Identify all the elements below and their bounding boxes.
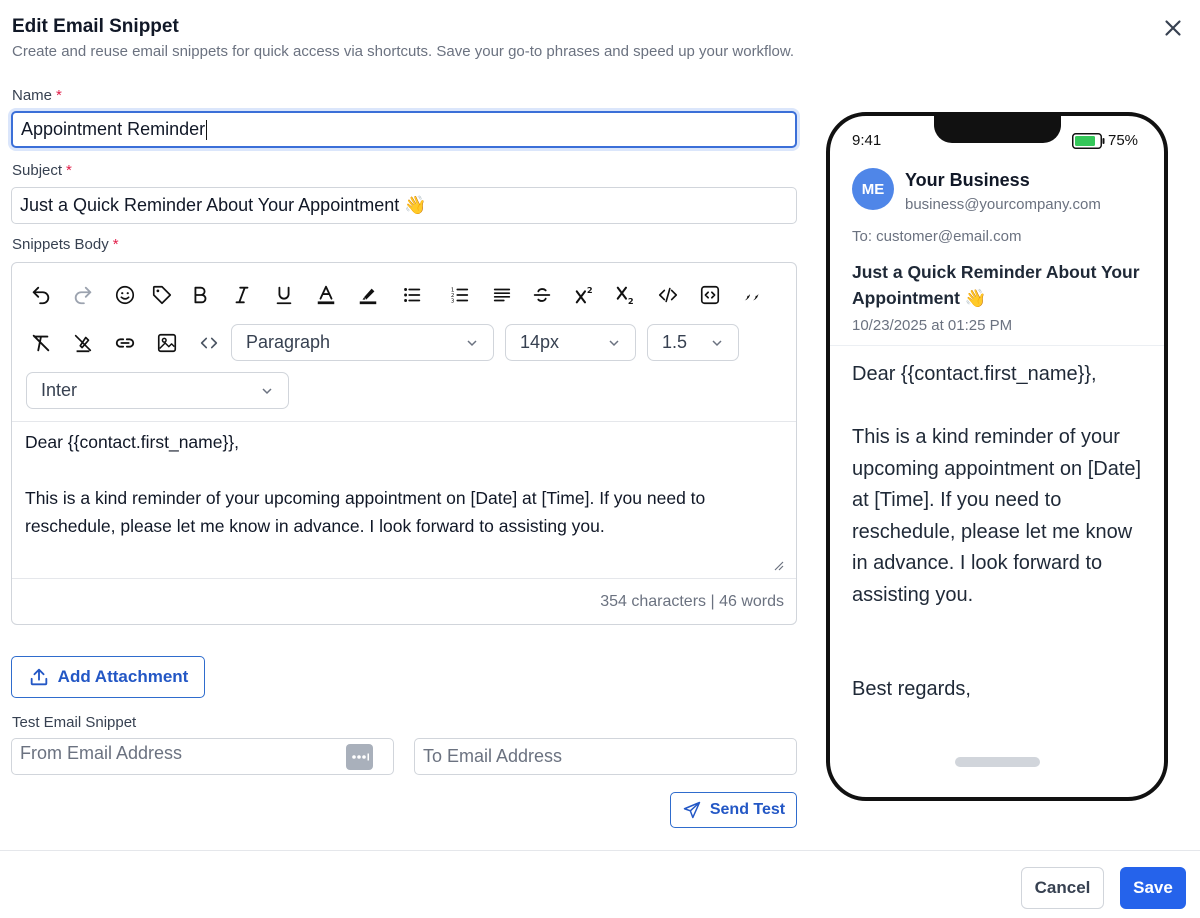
send-icon [683, 801, 701, 819]
preview-date: 10/23/2025 at 01:25 PM [852, 317, 1013, 334]
source-code-icon[interactable] [194, 328, 224, 358]
tag-icon[interactable] [147, 280, 177, 310]
strikethrough-icon[interactable] [527, 280, 557, 310]
quote-icon[interactable] [737, 280, 767, 310]
toolbar-divider [12, 421, 796, 422]
line-height-value: 1.5 [662, 332, 688, 352]
password-manager-icon[interactable] [346, 743, 373, 770]
underline-icon[interactable] [269, 280, 299, 310]
font-size-value: 14px [520, 332, 560, 352]
home-indicator [955, 757, 1040, 767]
close-icon[interactable] [1160, 15, 1186, 41]
preview-signoff: Best regards, [852, 678, 971, 700]
subject-input[interactable]: Just a Quick Reminder About Your Appoint… [11, 187, 797, 224]
code-icon[interactable] [653, 280, 683, 310]
align-icon[interactable] [487, 280, 517, 310]
phone-notch [934, 116, 1061, 143]
svg-text:3: 3 [451, 298, 455, 304]
battery-icon [1072, 132, 1105, 149]
preview-divider [830, 345, 1164, 346]
to-email-placeholder: To Email Address [423, 746, 563, 766]
body-paragraph: This is a kind reminder of your upcoming… [25, 488, 706, 536]
undo-icon[interactable] [26, 280, 56, 310]
cancel-button[interactable]: Cancel [1021, 867, 1104, 909]
rich-text-editor: 123 2 2 Paragraph 14px 1.5 Inter Dear {{… [11, 262, 797, 625]
preview-body: Dear {{contact.first_name}}, This is a k… [852, 359, 1152, 706]
body-label: Snippets Body * [12, 236, 119, 253]
font-size-select[interactable]: 14px [505, 324, 636, 361]
chevron-down-icon [609, 339, 619, 346]
redo-icon[interactable] [68, 280, 98, 310]
emoji-icon[interactable] [110, 280, 140, 310]
preview-paragraph: This is a kind reminder of your upcoming… [852, 426, 1142, 606]
character-word-counter: 354 characters | 46 words [600, 593, 784, 610]
preview-subject: Just a Quick Reminder About Your Appoint… [852, 262, 1140, 308]
name-input[interactable]: Appointment Reminder [11, 111, 797, 148]
add-attachment-label: Add Attachment [57, 667, 189, 686]
sender-name: Your Business [905, 170, 1030, 190]
counter-divider [12, 578, 796, 579]
recipient-line: To: customer@email.com [852, 228, 1022, 245]
subscript-icon[interactable]: 2 [611, 280, 641, 310]
preview-greeting: Dear {{contact.first_name}}, [852, 363, 1097, 385]
clear-highlight-icon[interactable] [68, 328, 98, 358]
chevron-down-icon [712, 339, 722, 346]
resize-handle-icon[interactable] [772, 559, 784, 571]
dialog-subtitle: Create and reuse email snippets for quic… [12, 43, 795, 60]
name-label: Name * [12, 87, 62, 104]
bold-icon[interactable] [185, 280, 215, 310]
send-test-button[interactable]: Send Test [670, 792, 797, 828]
upload-icon [30, 668, 47, 686]
editor-content[interactable]: Dear {{contact.first_name}}, This is a k… [25, 428, 785, 540]
font-family-select[interactable]: Inter [26, 372, 289, 409]
email-preview-phone: 9:41 75% ME Your Business business@yourc… [826, 112, 1168, 801]
line-height-select[interactable]: 1.5 [647, 324, 739, 361]
svg-text:2: 2 [628, 296, 634, 306]
block-format-value: Paragraph [246, 332, 331, 352]
sender-email: business@yourcompany.com [905, 196, 1101, 213]
chevron-down-icon [467, 339, 477, 346]
save-button[interactable]: Save [1120, 867, 1186, 909]
link-icon[interactable] [110, 328, 140, 358]
text-color-icon[interactable] [311, 280, 341, 310]
chevron-down-icon [262, 387, 272, 394]
code-block-icon[interactable] [695, 280, 725, 310]
numbered-list-icon[interactable]: 123 [445, 280, 475, 310]
phone-battery: 75% [1072, 132, 1138, 149]
subject-input-value: Just a Quick Reminder About Your Appoint… [20, 195, 427, 215]
italic-icon[interactable] [227, 280, 257, 310]
avatar: ME [852, 168, 894, 210]
block-format-select[interactable]: Paragraph [231, 324, 494, 361]
bullet-list-icon[interactable] [397, 280, 427, 310]
dialog-title: Edit Email Snippet [12, 16, 179, 37]
highlight-icon[interactable] [353, 280, 383, 310]
phone-time: 9:41 [852, 132, 882, 149]
add-attachment-button[interactable]: Add Attachment [11, 656, 205, 698]
body-greeting: Dear {{contact.first_name}}, [25, 432, 240, 452]
battery-percent: 75% [1108, 132, 1139, 149]
test-email-label: Test Email Snippet [12, 714, 137, 731]
svg-text:2: 2 [587, 285, 593, 295]
superscript-icon[interactable]: 2 [570, 280, 600, 310]
footer-divider [0, 850, 1200, 851]
name-input-value: Appointment Reminder [21, 119, 206, 139]
from-email-placeholder: From Email Address [20, 742, 183, 763]
from-email-field[interactable]: From Email Address [11, 738, 394, 775]
font-family-value: Inter [41, 380, 78, 400]
to-email-field[interactable]: To Email Address [414, 738, 797, 775]
send-test-label: Send Test [709, 801, 786, 818]
clear-format-icon[interactable] [26, 328, 56, 358]
image-icon[interactable] [152, 328, 182, 358]
subject-label: Subject * [12, 162, 72, 179]
